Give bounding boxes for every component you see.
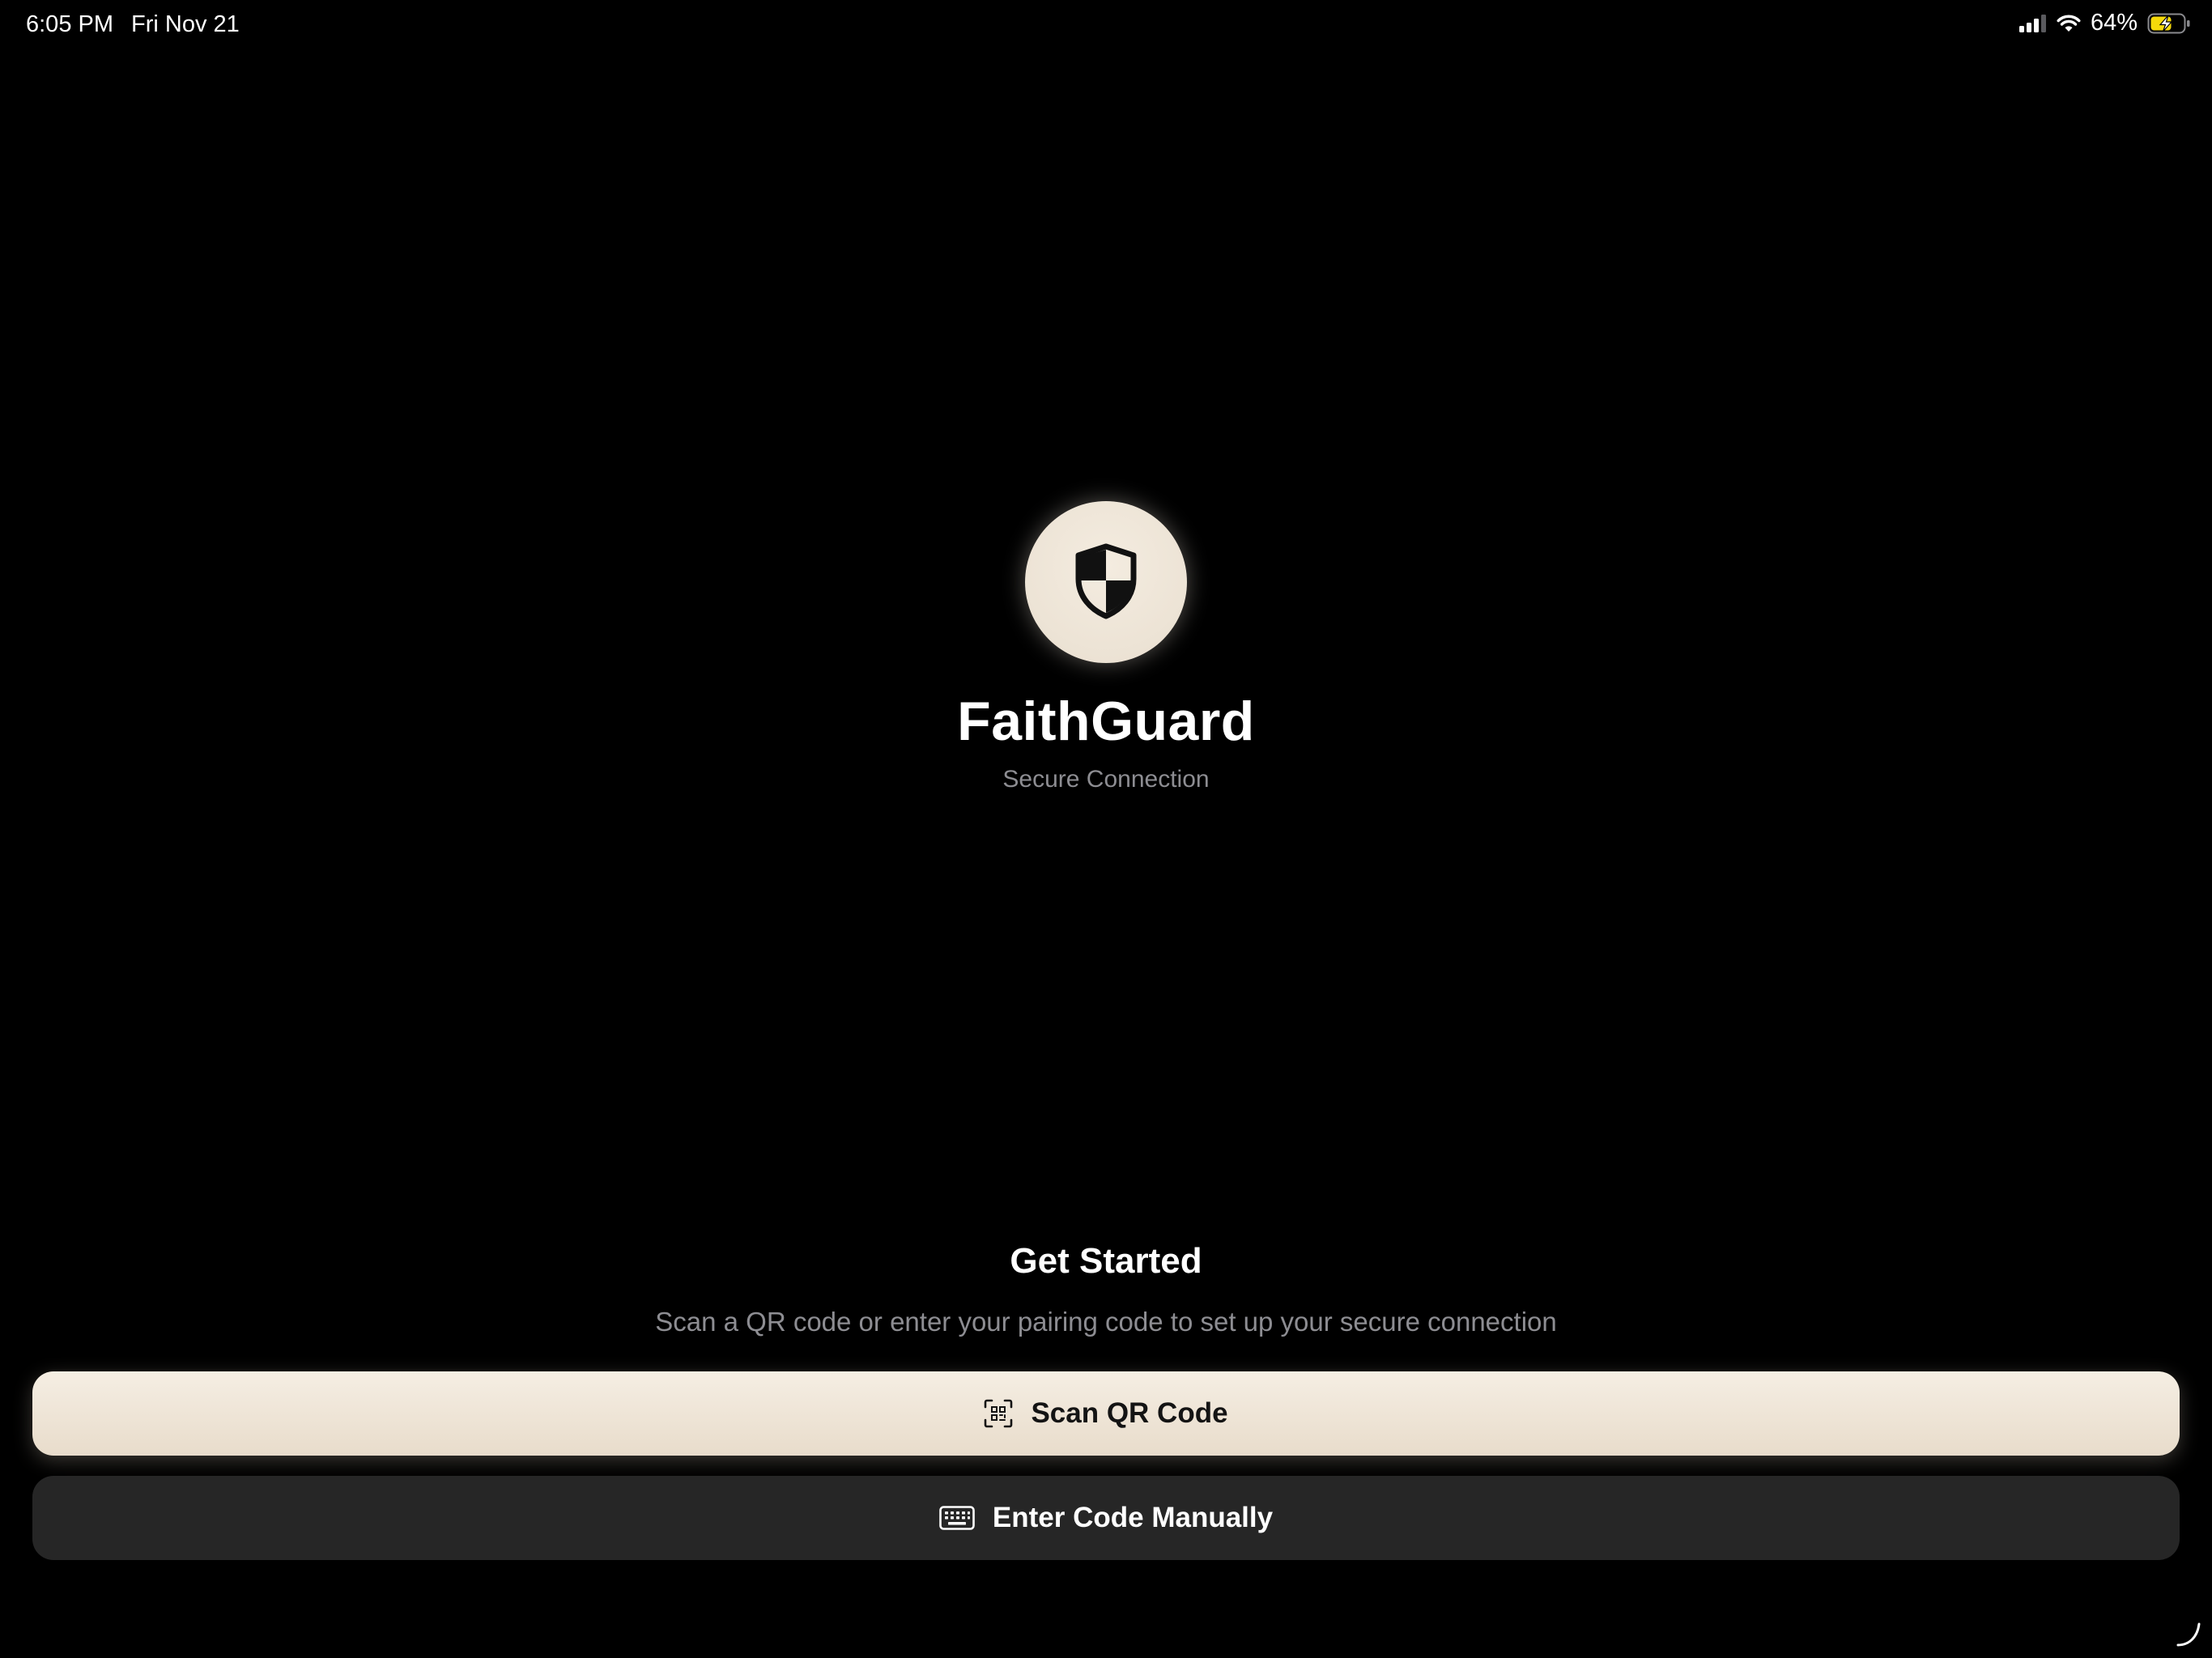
get-started-description: Scan a QR code or enter your pairing cod… (655, 1307, 1557, 1337)
enter-code-manually-label: Enter Code Manually (992, 1502, 1274, 1533)
battery-percent: 64% (2090, 10, 2138, 36)
cellular-signal-icon (2018, 14, 2047, 32)
get-started-title: Get Started (1010, 1241, 1202, 1281)
app-subtitle: Secure Connection (1002, 766, 1210, 793)
status-time-date: 6:05 PM Fri Nov 21 (26, 11, 240, 38)
status-indicators: 64% (2018, 10, 2191, 36)
corner-grabber-icon (2172, 1618, 2204, 1650)
scan-qr-code-label: Scan QR Code (1031, 1397, 1228, 1429)
status-time: 6:05 PM (26, 11, 113, 37)
battery-charging-icon (2147, 13, 2191, 34)
status-date: Fri Nov 21 (131, 11, 240, 37)
enter-code-manually-button[interactable]: Enter Code Manually (32, 1476, 2180, 1560)
shield-icon (1072, 542, 1140, 623)
app-logo (1025, 501, 1187, 663)
status-bar: 6:05 PM Fri Nov 21 64% (0, 0, 2212, 53)
scan-qr-code-button[interactable]: Scan QR Code (32, 1371, 2180, 1456)
qr-code-scan-icon (984, 1399, 1013, 1428)
keyboard-icon (939, 1506, 975, 1530)
wifi-icon (2057, 15, 2081, 32)
app-title: FaithGuard (957, 691, 1255, 752)
